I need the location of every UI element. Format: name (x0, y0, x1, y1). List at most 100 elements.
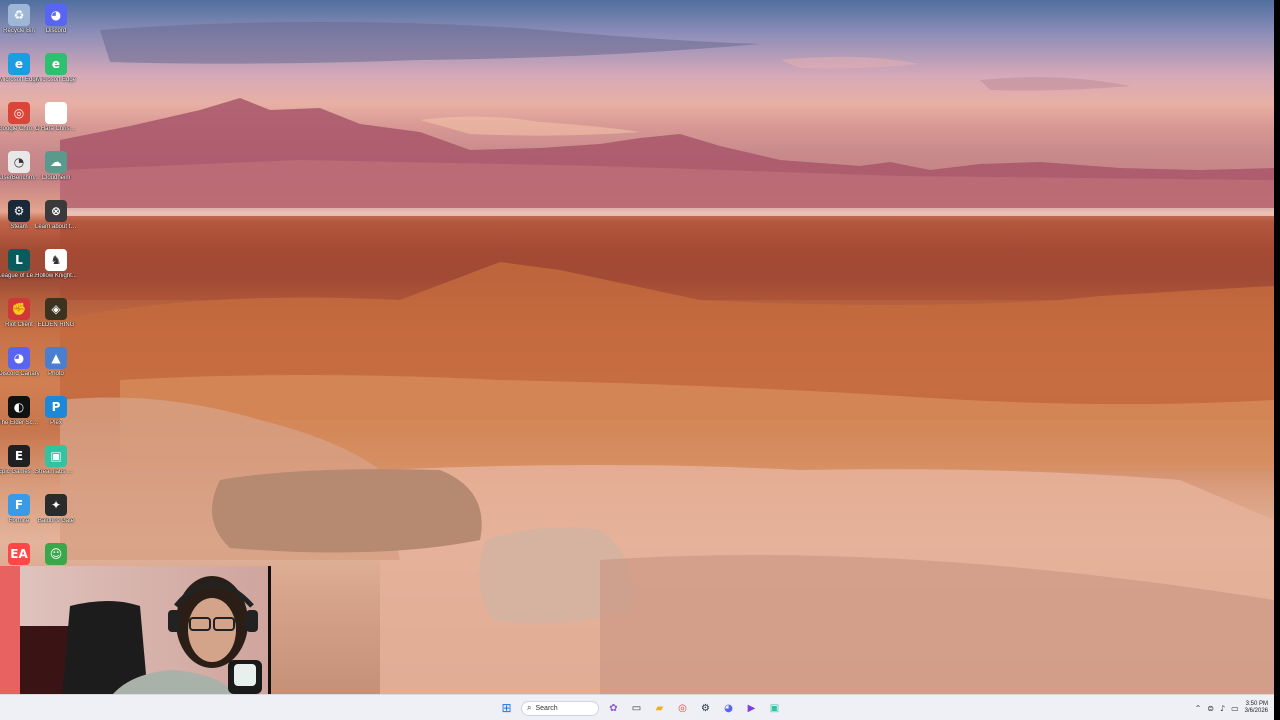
taskbar-app-button[interactable]: ▭ (628, 700, 645, 717)
desktop-icon-label: Discord (45, 28, 67, 34)
photo-icon: ▲ (45, 347, 67, 369)
desktop-icon[interactable]: ⊗ Learn about this picture (35, 200, 77, 246)
desktop-icon[interactable]: e Microsoft Edge (35, 53, 77, 99)
battery-icon[interactable]: ▭ (1231, 704, 1239, 713)
cloudheim-icon: ☁ (45, 151, 67, 173)
desktop-icon-label: Microsoft Edge (35, 77, 77, 83)
steam-icon: ⚙ (701, 702, 710, 714)
desktop-icon-label: O'Hara Christian -... (35, 126, 77, 132)
learn-picture-icon: ⊗ (45, 200, 67, 222)
desktop-icon[interactable]: ◐ The Elder Scrolls V... (0, 396, 40, 442)
chrome-icon: ◎ (8, 102, 30, 124)
file-explorer-icon: ▰ (655, 702, 664, 714)
task-view-icon: ▭ (631, 702, 642, 714)
start-icon: ⊞ (501, 701, 512, 715)
desktop-icon-label: Google Chrome (0, 126, 40, 132)
start-button[interactable]: ⊞ (498, 700, 515, 717)
desktop-icon[interactable]: P Plex (37, 396, 75, 442)
desktop-icon[interactable]: ▲ Photo (37, 347, 75, 393)
desktop-icon[interactable]: ◕ Discord (37, 4, 75, 50)
desktop-icon[interactable]: ♞ Hollow Knight... (35, 249, 77, 295)
ea-icon: EA (8, 543, 30, 565)
desktop-icon[interactable]: ✊ Riot Client (0, 298, 38, 344)
streamlabs-icon: ▣ (45, 445, 67, 467)
desktop-icon-label: The Elder Scrolls V... (0, 420, 40, 426)
desktop-icon-label: Learn about this picture (35, 224, 77, 230)
edge-icon: e (8, 53, 30, 75)
desktop-icon[interactable]: E Epic Games Launcher (0, 445, 40, 491)
edge-icon: e (45, 53, 67, 75)
chevron-up-icon[interactable]: ⌃ (1195, 704, 1202, 713)
desktop-icon-label: Photo (48, 371, 64, 377)
search-icon: ⌕ (527, 703, 532, 712)
network-icon[interactable]: ⊜ (1207, 704, 1214, 713)
desktop-icon[interactable]: ☁ Cloudheim (37, 151, 75, 197)
widget-icon: ✿ (609, 702, 618, 714)
taskbar-search[interactable]: ⌕ Search (521, 700, 599, 716)
discord-icon: ◕ (8, 347, 30, 369)
steam-icon: ⚙ (8, 200, 30, 222)
epic-games-icon: E (8, 445, 30, 467)
desktop-icon[interactable]: ✦ Baldur's Gate (37, 494, 75, 540)
desktop-icon-label: Recycle Bin (3, 28, 35, 34)
desktop-icon-label: Microsoft Edge (0, 77, 40, 83)
taskbar-app-button[interactable]: ◎ (674, 700, 691, 717)
chrome-icon: ◎ (678, 702, 687, 714)
discord-icon: ◕ (45, 4, 67, 26)
volume-icon[interactable]: ♪ (1220, 704, 1225, 713)
search-placeholder: Search (535, 704, 558, 712)
taskbar-app-button[interactable]: ▶ (743, 700, 760, 717)
skyrim-icon: ◐ (8, 396, 30, 418)
clock-date: 3/6/2026 (1244, 708, 1268, 714)
desktop-icon-label: Baldur's Gate (37, 518, 75, 524)
taskbar: ⊞ ⌕ Search ✿ ▭ ▰ ◎ ⚙ ◕ ▶ ▣ ⌃ ⊜ ♪ ▭ 3:50 PM 3/6/… (0, 694, 1274, 720)
desktop-icon[interactable]: ◎ Google Chrome (0, 102, 40, 148)
desktop-icon-label: Discord Canary (0, 371, 40, 377)
baldurs-gate-icon: ✦ (45, 494, 67, 516)
game-icon: ☺ (45, 543, 67, 565)
taskbar-app-button[interactable]: ▣ (766, 700, 783, 717)
desktop-icon[interactable]: e Microsoft Edge (0, 53, 40, 99)
desktop-icon[interactable]: ◈ ELDEN RING (37, 298, 75, 344)
desktop-icon[interactable]: L League of Legends (0, 249, 40, 295)
desktop-icon[interactable]: ▣ Streamlabs Desktop (35, 445, 77, 491)
desktop-icon-label: Fortnite (8, 518, 30, 524)
desktop-icon-label: Cloudheim (41, 175, 71, 181)
desktop-icon-label: Hollow Knight... (35, 273, 77, 279)
desktop-icon-label: Plex (50, 420, 62, 426)
desktop-icon[interactable]: ◕ Discord Canary (0, 347, 40, 393)
desktop-icon[interactable]: F Fortnite (0, 494, 38, 540)
taskbar-app-button[interactable]: ⚙ (697, 700, 714, 717)
desktop-screen: ♻ Recycle Bin ◕ Discord e Microsoft Edge e Micr… (0, 0, 1274, 720)
desktop-icon-label: League of Legends (0, 273, 40, 279)
league-icon: L (8, 249, 30, 271)
desktop-icon[interactable]: ⚙ Steam (0, 200, 38, 246)
recycle-bin-icon: ♻ (8, 4, 30, 26)
streamlabs-icon: ▣ (769, 702, 780, 714)
system-tray: ⌃ ⊜ ♪ ▭ 3:50 PM 3/6/2026 (1195, 698, 1268, 718)
desktop-icon[interactable]: ◔ UserBenchm... (0, 151, 39, 197)
taskbar-clock[interactable]: 3:50 PM 3/6/2026 (1245, 701, 1268, 715)
desktop-icon-label: Steam (10, 224, 28, 230)
clock-time: 3:50 PM (1245, 701, 1268, 707)
desktop-icon-label: ELDEN RING (37, 322, 75, 328)
taskbar-app-button[interactable]: ✿ (605, 700, 622, 717)
userbenchmark-icon: ◔ (8, 151, 30, 173)
taskbar-pinned-apps: ✿ ▭ ▰ ◎ ⚙ ◕ ▶ ▣ (605, 700, 783, 717)
desktop-icon-label: UserBenchm... (0, 175, 39, 181)
screen-edge (1274, 0, 1280, 720)
desktop-icon[interactable]: O'Hara Christian -... (35, 102, 77, 148)
desktop-icon-label: Streamlabs Desktop (35, 469, 77, 475)
desktop-icon[interactable]: ♻ Recycle Bin (0, 4, 38, 50)
hollow-knight-icon: ♞ (45, 249, 67, 271)
desktop-icon-label: Riot Client (5, 322, 33, 328)
riot-client-icon: ✊ (8, 298, 30, 320)
discord-icon: ◕ (724, 702, 733, 714)
taskbar-app-button[interactable]: ◕ (720, 700, 737, 717)
desktop-icon-label: Epic Games Launcher (0, 469, 40, 475)
plex-icon: P (45, 396, 67, 418)
taskbar-app-button[interactable]: ▰ (651, 700, 668, 717)
video-editor-icon: ▶ (747, 702, 756, 714)
taskbar-center: ⊞ ⌕ Search ✿ ▭ ▰ ◎ ⚙ ◕ ▶ ▣ (498, 698, 783, 718)
document-icon (45, 102, 67, 124)
